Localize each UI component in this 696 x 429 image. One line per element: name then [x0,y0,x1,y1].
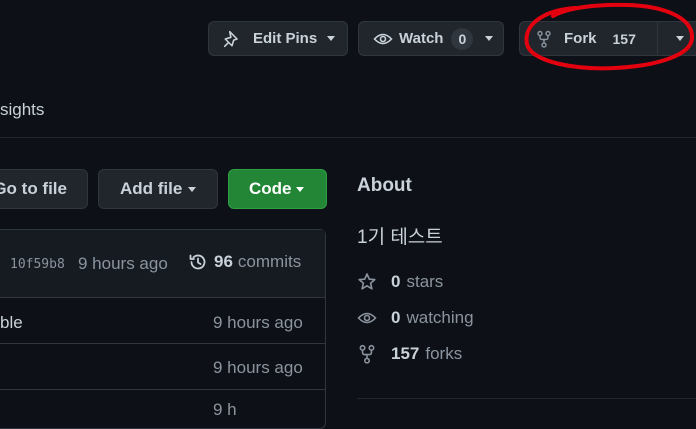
nav-insights-tab[interactable]: sights [0,100,44,120]
stars-link[interactable]: 0 stars [357,272,443,292]
about-divider [357,398,696,399]
watching-label: watching [406,308,474,327]
add-file-label: Add file [120,179,183,198]
watching-count: 0 [391,308,401,327]
eye-icon [373,30,393,48]
chevron-down-icon [188,186,197,192]
watch-label: Watch [399,30,444,47]
go-to-file-label: Go to file [0,179,67,198]
file-time: 9 hours ago [213,313,303,332]
code-button[interactable]: Code [228,169,327,209]
row-divider [0,389,326,390]
add-file-button[interactable]: Add file [98,169,218,209]
forks-label: forks [425,344,463,363]
commits-label: commits [237,252,302,271]
code-label: Code [249,179,292,198]
chevron-down-icon [295,186,304,192]
pin-icon [223,30,241,48]
watch-count-badge: 0 [451,27,474,50]
about-heading: About [357,175,412,196]
file-time: 9 hours ago [213,358,303,377]
watching-link[interactable]: 0 watching [357,308,474,328]
nav-divider [0,137,696,138]
fork-icon [357,344,377,364]
commit-sha[interactable]: 10f59b8 [10,257,65,272]
commits-link[interactable]: 96 commits [188,252,301,272]
star-icon [357,272,377,292]
annotation-circle [524,2,695,71]
row-divider [0,297,326,298]
edit-pins-label: Edit Pins [253,30,318,47]
file-time: 9 h [213,400,237,419]
commit-count: 96 [214,252,233,271]
history-icon [188,252,208,272]
commit-time: 9 hours ago [78,254,168,273]
chevron-down-icon [485,36,494,41]
about-description: 1기 테스트 [357,227,443,248]
stars-label: stars [406,272,444,291]
edit-pins-button[interactable]: Edit Pins [208,21,348,56]
stars-count: 0 [391,272,401,291]
row-divider [0,343,326,344]
eye-icon [357,308,377,328]
forks-count: 157 [391,344,420,363]
forks-link[interactable]: 157 forks [357,344,462,364]
watch-button[interactable]: Watch 0 [358,21,504,56]
chevron-down-icon [327,36,336,41]
file-name[interactable]: ble [0,313,23,333]
go-to-file-button[interactable]: Go to file [0,169,88,209]
